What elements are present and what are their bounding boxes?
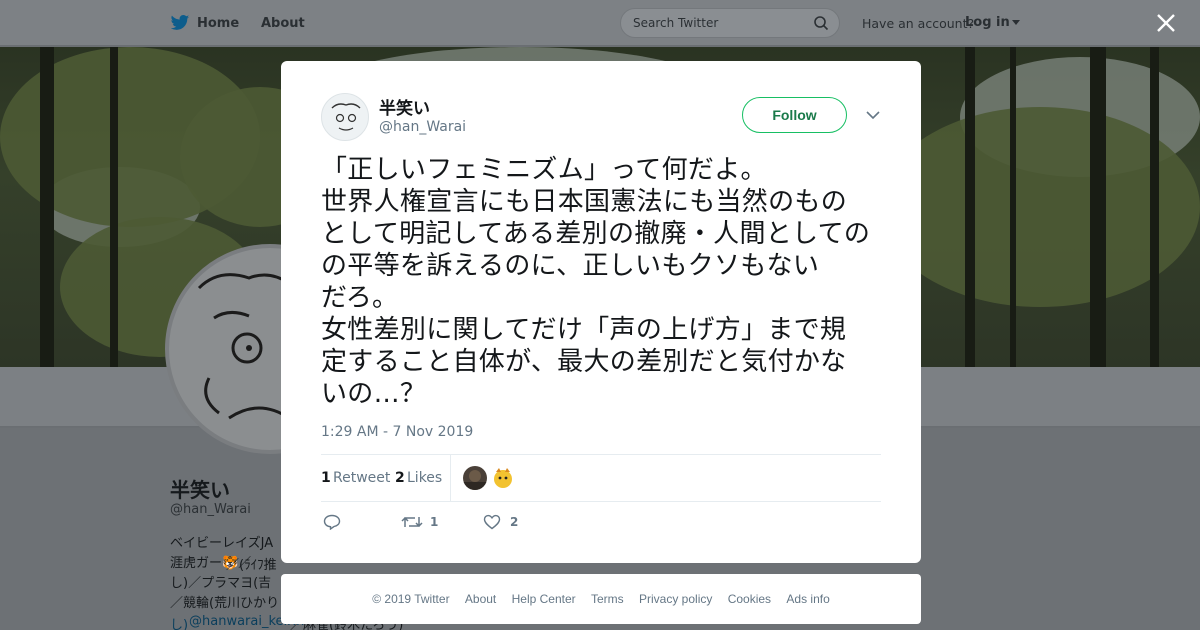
caret-down-icon	[1011, 20, 1020, 25]
tweet-modal: 半笑い @han_Warai Follow 「正しいフェミニズム」って何だよ。 …	[281, 61, 921, 563]
top-nav-bar: Home About Search Twitter Have an accoun…	[0, 0, 1200, 46]
chevron-down-icon[interactable]	[866, 110, 880, 120]
footer-link-cookies[interactable]: Cookies	[728, 592, 771, 606]
footer-copyright: © 2019 Twitter	[372, 592, 450, 606]
tweet-timestamp[interactable]: 1:29 AM - 7 Nov 2019	[321, 424, 473, 440]
footer-link-ads-info[interactable]: Ads info	[786, 592, 829, 606]
heart-icon[interactable]	[483, 514, 501, 530]
reply-icon[interactable]	[323, 514, 341, 530]
like-count[interactable]: 2	[395, 470, 405, 486]
search-icon[interactable]	[813, 15, 829, 31]
footer-link-help-center[interactable]: Help Center	[512, 592, 576, 606]
footer-link-privacy[interactable]: Privacy policy	[639, 592, 712, 606]
search-placeholder: Search Twitter	[633, 16, 719, 30]
retweet-action-count: 1	[430, 515, 439, 529]
nav-home-link[interactable]: Home	[197, 16, 239, 31]
bio-fragment: ／(ﾗｲﾌ推	[226, 558, 277, 573]
author-avatar[interactable]	[321, 93, 369, 141]
retweet-icon[interactable]	[401, 514, 423, 530]
nav-about-link[interactable]: About	[261, 16, 305, 31]
bio-line: し)／プラマヨ(吉	[170, 576, 272, 591]
author-name[interactable]: 半笑い	[379, 94, 430, 119]
follow-button[interactable]: Follow	[742, 97, 847, 133]
author-handle[interactable]: @han_Warai	[379, 119, 466, 135]
divider	[450, 455, 451, 501]
close-icon[interactable]	[1155, 12, 1177, 34]
retweet-count[interactable]: 1	[321, 470, 331, 486]
search-input[interactable]: Search Twitter	[620, 8, 840, 38]
profile-handle: @han_Warai	[170, 502, 251, 517]
like-label[interactable]: Likes	[407, 470, 442, 486]
profile-name: 半笑い	[170, 478, 230, 502]
liker-avatar[interactable]	[463, 466, 487, 490]
footer-link-about[interactable]: About	[465, 592, 496, 606]
tweet-text: 「正しいフェミニズム」って何だよ。 世界人権宣言にも日本国憲法にも当然のもの と…	[321, 155, 871, 409]
footer-link-terms[interactable]: Terms	[591, 592, 624, 606]
login-button[interactable]: Log in	[965, 15, 1020, 30]
liker-avatar[interactable]	[491, 466, 515, 490]
tweet-actions: 1 2	[321, 510, 881, 536]
twitter-bird-icon[interactable]	[170, 13, 190, 33]
like-action-count: 2	[510, 515, 519, 529]
bio-prefix: し)	[170, 618, 189, 630]
login-label: Log in	[965, 15, 1010, 30]
bio-line: ベイビーレイズJA	[170, 536, 274, 551]
bio-line: ／競輪(荒川ひかり	[170, 596, 280, 611]
tweet-stats: 1 Retweet 2 Likes	[321, 454, 881, 502]
footer: © 2019 Twitter About Help Center Terms P…	[281, 574, 921, 624]
retweet-label[interactable]: Retweet	[333, 470, 390, 486]
profile-bio: ベイビーレイズJA 涯虎ガー🐯／ し)／プラマヨ(吉 ／競輪(荒川ひかり	[170, 534, 290, 614]
have-account-text: Have an account?	[862, 16, 975, 31]
cartoon-face-icon	[331, 103, 361, 131]
footer-links: © 2019 Twitter About Help Center Terms P…	[281, 592, 921, 606]
